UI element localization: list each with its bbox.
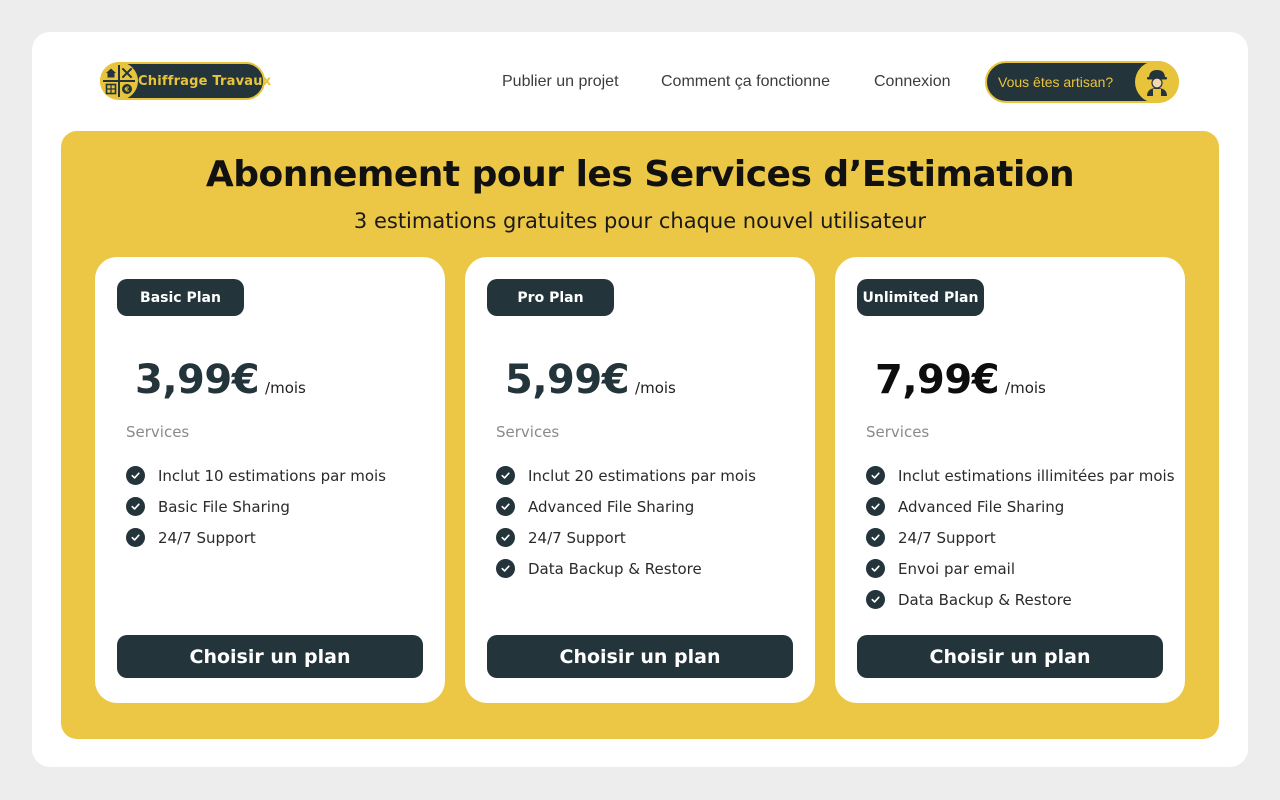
feature-text: Inclut 10 estimations par mois xyxy=(158,466,386,485)
feature-item: 24/7 Support xyxy=(126,522,386,553)
nav-how-it-works[interactable]: Comment ça fonctionne xyxy=(661,73,830,91)
feature-item: Basic File Sharing xyxy=(126,491,386,522)
nav-publish-project[interactable]: Publier un projet xyxy=(502,73,619,91)
choose-plan-button[interactable]: Choisir un plan xyxy=(117,635,423,678)
check-circle-icon xyxy=(866,559,885,578)
feature-list: Inclut 10 estimations par mois Basic Fil… xyxy=(126,460,386,553)
price-period: /mois xyxy=(1005,379,1046,397)
feature-item: Inclut estimations illimitées par mois xyxy=(866,460,1175,491)
feature-text: 24/7 Support xyxy=(898,528,996,547)
check-circle-icon xyxy=(866,466,885,485)
check-circle-icon xyxy=(496,466,515,485)
feature-text: Inclut estimations illimitées par mois xyxy=(898,466,1175,485)
services-label: Services xyxy=(866,423,930,441)
page-title: Abonnement pour les Services d’Estimatio… xyxy=(205,154,1075,195)
plan-badge: Basic Plan xyxy=(117,279,244,316)
site-logo[interactable]: € Chiffrage Travaux xyxy=(100,62,271,100)
feature-item: Advanced File Sharing xyxy=(866,491,1175,522)
price-amount: 3,99€ xyxy=(135,357,260,403)
check-circle-icon xyxy=(126,497,145,516)
feature-list: Inclut estimations illimitées par mois A… xyxy=(866,460,1175,615)
price-period: /mois xyxy=(265,379,306,397)
feature-item: Inclut 10 estimations par mois xyxy=(126,460,386,491)
feature-text: 24/7 Support xyxy=(158,528,256,547)
check-circle-icon xyxy=(866,528,885,547)
plan-badge: Pro Plan xyxy=(487,279,614,316)
feature-text: Basic File Sharing xyxy=(158,497,290,516)
logo-text: Chiffrage Travaux xyxy=(138,73,272,89)
check-circle-icon xyxy=(126,466,145,485)
feature-text: Inclut 20 estimations par mois xyxy=(528,466,756,485)
price-amount: 5,99€ xyxy=(505,357,630,403)
choose-plan-button[interactable]: Choisir un plan xyxy=(857,635,1163,678)
feature-item: Data Backup & Restore xyxy=(866,584,1175,615)
check-circle-icon xyxy=(496,497,515,516)
feature-text: Data Backup & Restore xyxy=(898,590,1072,609)
check-circle-icon xyxy=(496,528,515,547)
worker-avatar-icon xyxy=(1135,61,1179,103)
page-subtitle: 3 estimations gratuites pour chaque nouv… xyxy=(353,209,927,233)
services-label: Services xyxy=(496,423,560,441)
check-circle-icon xyxy=(496,559,515,578)
plan-price: 3,99€ /mois xyxy=(135,357,306,403)
plan-card-pro: Pro Plan 5,99€ /mois Services Inclut 20 … xyxy=(465,257,815,703)
plan-card-basic: Basic Plan 3,99€ /mois Services Inclut 1… xyxy=(95,257,445,703)
artisan-button[interactable]: Vous êtes artisan? xyxy=(985,61,1179,103)
services-label: Services xyxy=(126,423,190,441)
feature-item: Inclut 20 estimations par mois xyxy=(496,460,756,491)
feature-text: 24/7 Support xyxy=(528,528,626,547)
feature-text: Advanced File Sharing xyxy=(898,497,1065,516)
plan-price: 5,99€ /mois xyxy=(505,357,676,403)
feature-item: 24/7 Support xyxy=(866,522,1175,553)
plan-badge: Unlimited Plan xyxy=(857,279,984,316)
plan-card-unlimited: Unlimited Plan 7,99€ /mois Services Incl… xyxy=(835,257,1185,703)
check-circle-icon xyxy=(866,497,885,516)
feature-item: Advanced File Sharing xyxy=(496,491,756,522)
feature-item: Envoi par email xyxy=(866,553,1175,584)
house-tools-logo-icon: € xyxy=(100,62,138,100)
feature-text: Data Backup & Restore xyxy=(528,559,702,578)
feature-text: Envoi par email xyxy=(898,559,1015,578)
feature-item: 24/7 Support xyxy=(496,522,756,553)
choose-plan-button[interactable]: Choisir un plan xyxy=(487,635,793,678)
feature-item: Data Backup & Restore xyxy=(496,553,756,584)
check-circle-icon xyxy=(126,528,145,547)
artisan-button-label: Vous êtes artisan? xyxy=(998,74,1114,90)
price-amount: 7,99€ xyxy=(875,357,1000,403)
check-circle-icon xyxy=(866,590,885,609)
nav-login[interactable]: Connexion xyxy=(874,73,951,91)
feature-text: Advanced File Sharing xyxy=(528,497,695,516)
price-period: /mois xyxy=(635,379,676,397)
feature-list: Inclut 20 estimations par mois Advanced … xyxy=(496,460,756,584)
svg-text:€: € xyxy=(124,86,130,94)
plan-price: 7,99€ /mois xyxy=(875,357,1046,403)
